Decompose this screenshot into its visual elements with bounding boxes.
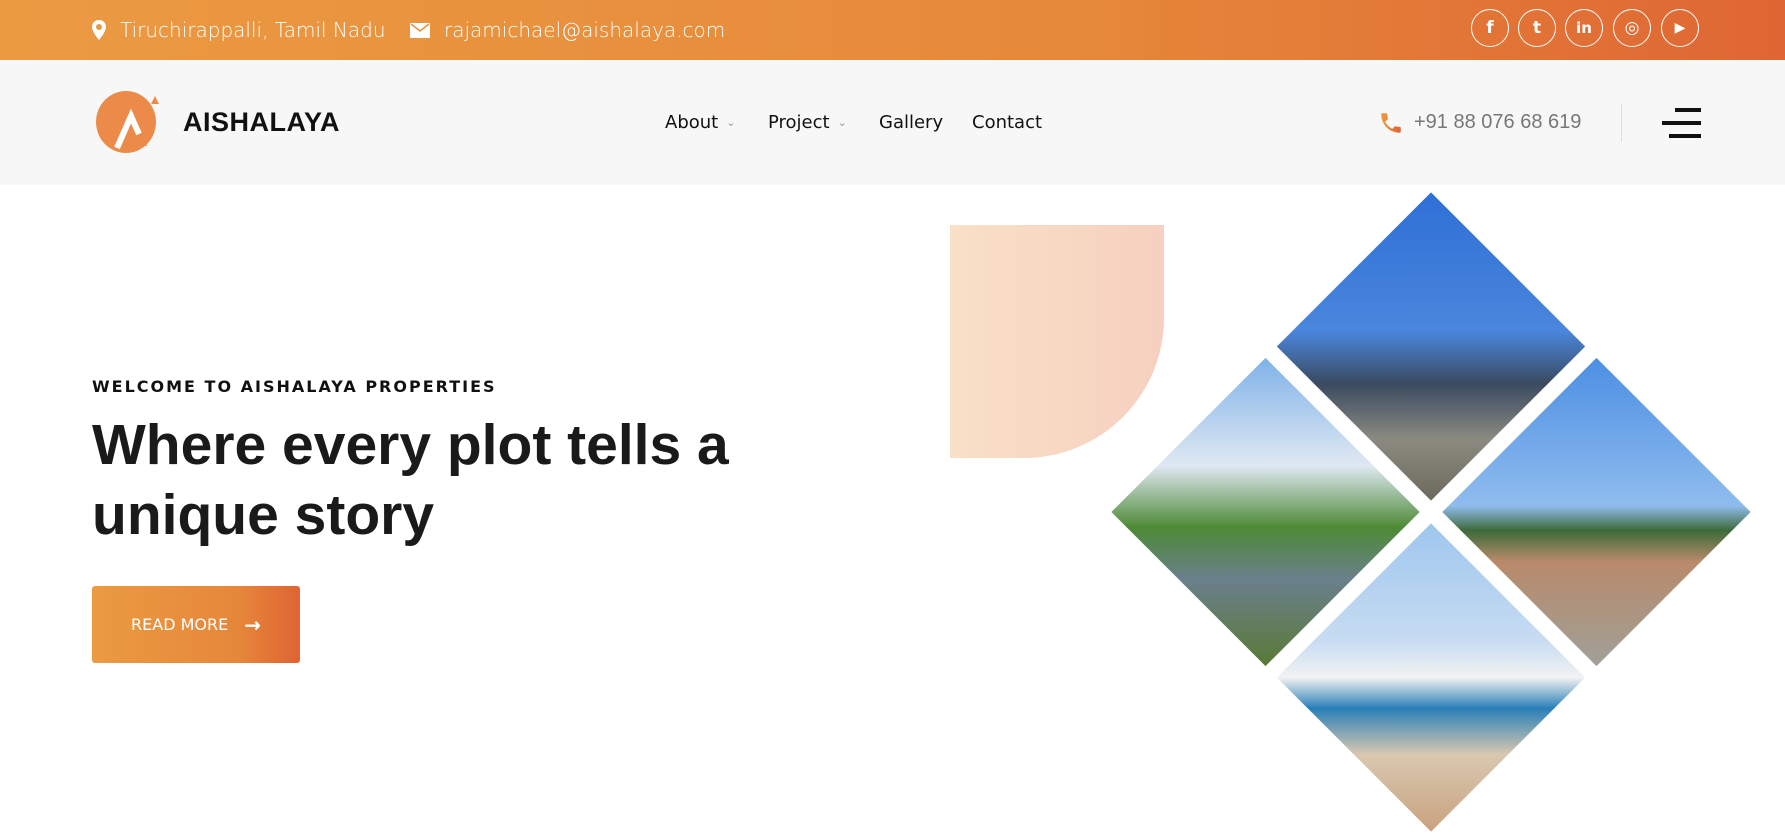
chevron-down-icon: ⌄ bbox=[837, 116, 847, 129]
linkedin-icon[interactable]: in bbox=[1565, 9, 1603, 47]
nav-divider bbox=[1621, 104, 1622, 142]
facebook-icon[interactable]: f bbox=[1471, 9, 1509, 47]
main-nav: AISHALAYA About ⌄ Project ⌄ Gallery Contac… bbox=[0, 60, 1785, 185]
button-label: READ MORE bbox=[131, 615, 229, 634]
nav-item-project[interactable]: Project ⌄ bbox=[768, 60, 847, 185]
nav-item-gallery[interactable]: Gallery bbox=[879, 60, 943, 185]
arrow-right-icon: → bbox=[244, 612, 261, 637]
nav-item-contact[interactable]: Contact bbox=[972, 60, 1042, 185]
twitter-icon[interactable]: t bbox=[1518, 9, 1556, 47]
hero-eyebrow: WELCOME TO AISHALAYA PROPERTIES bbox=[92, 377, 497, 396]
nav-item-about[interactable]: About ⌄ bbox=[665, 60, 735, 185]
nav-label: Contact bbox=[972, 112, 1043, 133]
map-pin-icon bbox=[92, 20, 106, 40]
hamburger-menu-icon[interactable] bbox=[1662, 108, 1701, 138]
phone-link[interactable]: +91 88 076 68 619 bbox=[1378, 60, 1581, 185]
youtube-icon[interactable]: ▶ bbox=[1661, 9, 1699, 47]
email-link[interactable]: rajamichael@aishalaya.com bbox=[444, 18, 725, 42]
location-text: Tiruchirappalli, Tamil Nadu bbox=[120, 18, 386, 42]
nav-label: About bbox=[665, 112, 719, 133]
nav-label: Project bbox=[768, 112, 830, 133]
hero-headline: Where every plot tells a unique story bbox=[92, 413, 729, 547]
email-info[interactable]: rajamichael@aishalaya.com bbox=[410, 0, 725, 60]
decorative-shape bbox=[950, 225, 1164, 458]
top-bar: Tiruchirappalli, Tamil Nadu rajamichael@… bbox=[0, 0, 1785, 60]
logo-text: AISHALAYA bbox=[183, 106, 341, 137]
read-more-button[interactable]: READ MORE → bbox=[92, 586, 300, 663]
logo[interactable]: AISHALAYA bbox=[95, 90, 340, 154]
location-info: Tiruchirappalli, Tamil Nadu bbox=[92, 0, 386, 60]
phone-number: +91 88 076 68 619 bbox=[1414, 111, 1582, 133]
instagram-icon[interactable]: ◎ bbox=[1613, 9, 1651, 47]
phone-icon bbox=[1381, 112, 1401, 133]
chevron-down-icon: ⌄ bbox=[726, 116, 736, 129]
envelope-icon bbox=[410, 22, 430, 38]
nav-label: Gallery bbox=[879, 112, 944, 133]
project-image-collage bbox=[1111, 192, 1751, 832]
logo-mark-icon bbox=[96, 91, 159, 153]
